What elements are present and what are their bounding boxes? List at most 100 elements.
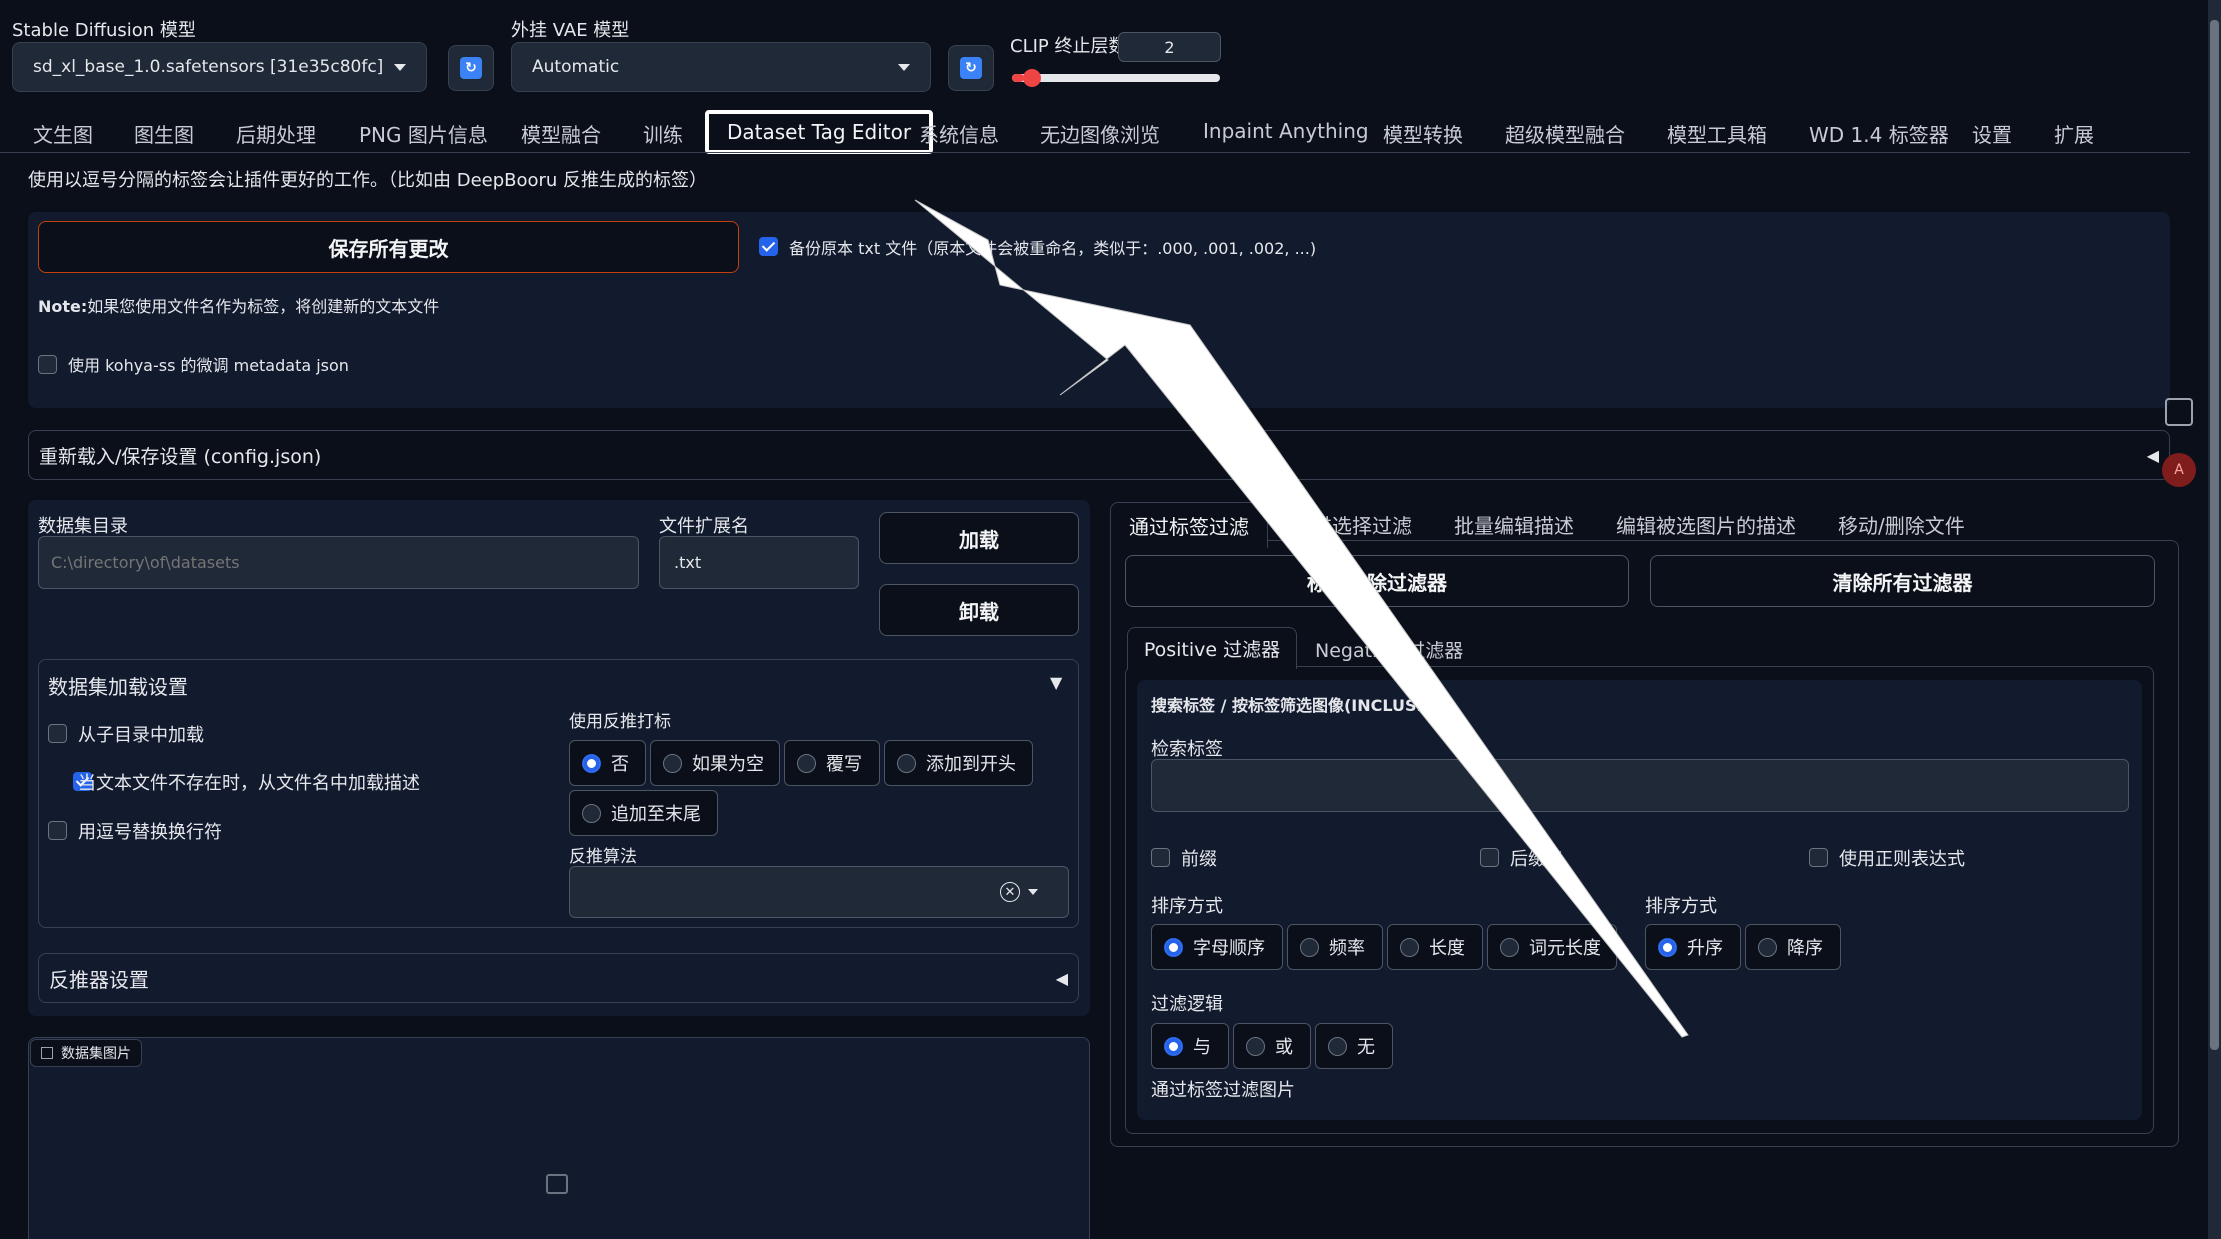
- sort-length[interactable]: 长度: [1387, 924, 1483, 970]
- search-tags-input[interactable]: [1151, 759, 2129, 812]
- collapse-down-icon[interactable]: ▼: [1050, 673, 1062, 692]
- tab-13[interactable]: WD 1.4 标签器: [1809, 119, 1949, 148]
- sort-label: 排序方式: [1151, 896, 1223, 917]
- filter-images-label: 通过标签过滤图片: [1151, 1080, 1295, 1101]
- chevron-down-icon: [1028, 889, 1038, 895]
- load-button[interactable]: 加载: [879, 512, 1079, 564]
- tab-12[interactable]: 模型工具箱: [1667, 119, 1767, 148]
- tab-15[interactable]: 扩展: [2054, 119, 2094, 148]
- config-accordion[interactable]: 重新载入/保存设置 (config.json) ◀: [28, 430, 2170, 480]
- tab-8[interactable]: 无边图像浏览: [1040, 119, 1160, 148]
- radio: [1758, 937, 1777, 957]
- radio: [1328, 1036, 1347, 1056]
- backup-checkbox[interactable]: [759, 237, 778, 256]
- tab-10[interactable]: 模型转换: [1383, 119, 1463, 148]
- regex-label: 使用正则表达式: [1839, 849, 1965, 870]
- sd-model-select[interactable]: sd_xl_base_1.0.safetensors [31e35c80fc]: [12, 42, 427, 92]
- logic-or[interactable]: 或: [1233, 1023, 1311, 1069]
- clip-slider-thumb[interactable]: [1023, 69, 1042, 87]
- backup-label: 备份原本 txt 文件（原本文件会被重命名，类似于：.000, .001, .0…: [789, 239, 1317, 258]
- vae-select[interactable]: Automatic: [511, 42, 931, 92]
- subdir-checkbox[interactable]: [48, 724, 67, 743]
- right-tab-3[interactable]: 编辑被选图片的描述: [1616, 510, 1796, 539]
- tab-6[interactable]: Dataset Tag Editor: [705, 110, 934, 154]
- algo-label: 反推算法: [569, 847, 637, 867]
- clear-all-filters-button[interactable]: 清除所有过滤器: [1650, 555, 2155, 607]
- tab-1[interactable]: 图生图: [134, 119, 194, 148]
- refresh-sd-button[interactable]: ↻: [448, 45, 494, 91]
- right-tab-2[interactable]: 批量编辑描述: [1454, 510, 1574, 539]
- radio-label: 升序: [1687, 938, 1723, 959]
- radio-selected: [1164, 937, 1183, 957]
- tab-14[interactable]: 设置: [1972, 119, 2012, 148]
- chevron-down-icon: [898, 63, 910, 71]
- gallery-label-chip: 数据集图片: [30, 1039, 142, 1067]
- dataset-dir-input[interactable]: [38, 536, 639, 589]
- replace-newline-checkbox[interactable]: [48, 821, 67, 840]
- kohya-checkbox[interactable]: [38, 355, 57, 374]
- tab-3[interactable]: PNG 图片信息: [359, 119, 488, 148]
- refresh-icon: ↻: [960, 57, 982, 79]
- algo-select[interactable]: ✕: [569, 866, 1069, 918]
- tab-4[interactable]: 模型融合: [521, 119, 601, 148]
- order-asc[interactable]: 升序: [1645, 924, 1741, 970]
- interrogate-prepend[interactable]: 添加到开头: [884, 740, 1033, 786]
- save-all-button[interactable]: 保存所有更改: [38, 221, 739, 273]
- radio-label: 词元长度: [1529, 938, 1601, 959]
- translate-icon[interactable]: A: [2162, 453, 2196, 487]
- tab-negative-filter[interactable]: Negative 过滤器: [1315, 636, 1463, 663]
- radio-label: 降序: [1787, 938, 1823, 959]
- interrogator-accordion[interactable]: 反推器设置 ◀: [38, 953, 1079, 1003]
- kohya-label: 使用 kohya-ss 的微调 metadata json: [68, 356, 349, 375]
- tabs-divider: [0, 152, 2190, 153]
- clip-slider[interactable]: [1012, 69, 1220, 87]
- sort-frequency[interactable]: 频率: [1287, 924, 1383, 970]
- prefix-label: 前缀: [1181, 849, 1217, 870]
- logic-label: 过滤逻辑: [1151, 994, 1223, 1015]
- vae-value: Automatic: [532, 57, 620, 77]
- interrogate-if-empty[interactable]: 如果为空: [650, 740, 780, 786]
- tab-9[interactable]: Inpaint Anything: [1203, 119, 1369, 143]
- unload-button[interactable]: 卸载: [879, 584, 1079, 636]
- right-tab-4[interactable]: 移动/删除文件: [1838, 510, 1965, 539]
- logic-none[interactable]: 无: [1315, 1023, 1393, 1069]
- tab-7[interactable]: 系统信息: [919, 119, 999, 148]
- interrogate-no[interactable]: 否: [569, 740, 646, 786]
- radio-label: 覆写: [826, 754, 862, 775]
- radio-label: 或: [1275, 1037, 1293, 1058]
- suffix-checkbox[interactable]: [1480, 848, 1499, 867]
- note-bold: Note:: [38, 297, 88, 316]
- radio-label: 频率: [1329, 938, 1365, 959]
- tab-0[interactable]: 文生图: [33, 119, 93, 148]
- qr-icon[interactable]: [2165, 398, 2193, 426]
- gallery-box: [28, 1037, 1090, 1239]
- regex-checkbox[interactable]: [1809, 848, 1828, 867]
- file-ext-input[interactable]: .txt: [659, 536, 859, 589]
- right-tab-1[interactable]: 通过选择过滤: [1292, 510, 1412, 539]
- right-tab-0[interactable]: 通过标签过滤: [1110, 502, 1268, 548]
- clear-icon[interactable]: ✕: [1000, 882, 1020, 902]
- tab-5[interactable]: 训练: [643, 119, 683, 148]
- filename-caption-label: 当文本文件不存在时，从文件名中加载描述: [78, 773, 420, 794]
- intro-text: 使用以逗号分隔的标签会让插件更好的工作。（比如由 DeepBooru 反推生成的…: [28, 170, 708, 191]
- prefix-checkbox[interactable]: [1151, 848, 1170, 867]
- order-desc[interactable]: 降序: [1745, 924, 1841, 970]
- clip-label: CLIP 终止层数: [1010, 36, 1127, 57]
- tab-positive-filter[interactable]: Positive 过滤器: [1127, 627, 1297, 669]
- clip-number-input[interactable]: 2: [1118, 32, 1221, 62]
- scrollbar-thumb[interactable]: [2210, 20, 2219, 1050]
- tab-11[interactable]: 超级模型融合: [1505, 119, 1625, 148]
- scrollbar-track[interactable]: [2208, 0, 2221, 1239]
- sort-token-length[interactable]: 词元长度: [1487, 924, 1617, 970]
- clear-tag-filter-button[interactable]: 标签清除过滤器: [1125, 555, 1629, 607]
- tab-2[interactable]: 后期处理: [236, 119, 316, 148]
- logic-and[interactable]: 与: [1151, 1023, 1229, 1069]
- sort-alpha[interactable]: 字母顺序: [1151, 924, 1283, 970]
- interrogate-overwrite[interactable]: 覆写: [784, 740, 880, 786]
- interrogator-title: 反推器设置: [49, 967, 149, 992]
- interrogate-append[interactable]: 追加至末尾: [569, 790, 718, 836]
- refresh-vae-button[interactable]: ↻: [948, 45, 994, 91]
- radio: [1500, 937, 1519, 957]
- load-settings-title: 数据集加载设置: [48, 675, 188, 699]
- radio: [1400, 937, 1419, 957]
